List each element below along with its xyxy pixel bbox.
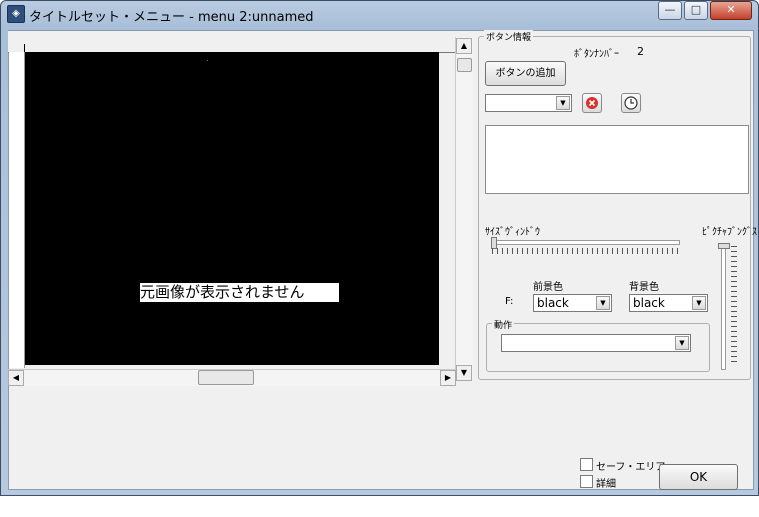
vertical-slider-label: ﾋﾟｸﾁｬﾌﾞﾝｸﾞｽ [702,227,757,238]
foreground-color-value: black [537,296,569,310]
horizontal-slider-track[interactable] [492,240,680,245]
vertical-slider-thumb[interactable] [718,243,730,249]
preview-marker [207,60,208,61]
background-color-label: 背景色 [629,282,659,293]
button-number-label: ﾎﾞﾀﾝﾅﾝﾊﾞｰ [574,49,619,60]
scroll-up-arrow-icon[interactable]: ▲ [456,38,472,54]
window-title: タイトルセット・メニュー - menu 2:unnamed [29,10,314,25]
horizontal-slider-label: ｻｲｽﾞｳﾞｨﾝﾄﾞｳ [485,227,540,238]
color-row-label: F: [505,296,514,307]
chevron-down-icon: ▼ [596,296,610,310]
detail-checkbox[interactable] [580,475,593,488]
scroll-right-arrow-icon[interactable]: ▶ [440,370,456,386]
close-button[interactable]: ✕ [710,1,752,20]
ruler-bar [8,31,457,53]
horizontal-scroll-thumb[interactable] [198,370,254,385]
add-button[interactable]: ボタンの追加 [485,61,566,86]
chevron-down-icon: ▼ [675,336,689,350]
preview-left-margin [9,52,25,368]
scroll-down-arrow-icon[interactable]: ▼ [456,365,472,381]
vertical-slider-ticks [731,246,737,366]
action-select[interactable]: ▼ [501,334,691,352]
action-group-label: 動作 [492,318,515,331]
preview-canvas[interactable] [25,52,439,365]
ok-button[interactable]: OK [659,464,738,490]
vertical-scrollbar[interactable] [455,37,473,379]
delete-button[interactable] [582,93,602,113]
foreground-color-select[interactable]: black ▼ [533,294,612,312]
button-number-value: 2 [637,45,644,58]
foreground-color-label: 前景色 [533,282,563,293]
background-color-select[interactable]: black ▼ [629,294,708,312]
background-color-value: black [633,296,665,310]
vertical-slider-track[interactable] [721,244,726,370]
chevron-down-icon: ▼ [556,96,570,110]
no-image-message: 元画像が表示されません [140,283,339,302]
scroll-left-arrow-icon[interactable]: ◀ [8,370,24,386]
chevron-down-icon: ▼ [692,296,706,310]
app-icon: ◈ [7,5,25,23]
maximize-button[interactable]: □ [684,1,708,20]
button-select[interactable]: ▼ [485,94,572,112]
safe-area-checkbox[interactable] [580,458,593,471]
minimize-button[interactable]: — [658,1,682,20]
button-info-label: ボタン情報 [484,30,534,43]
vertical-scroll-thumb[interactable] [457,58,472,72]
button-text-area[interactable] [485,125,749,194]
clock-icon [624,96,638,110]
horizontal-slider-ticks [492,248,678,254]
timer-button[interactable] [621,93,641,113]
delete-icon [586,97,598,109]
detail-label: 詳細 [596,479,616,490]
safe-area-label: セーフ・エリア [596,462,666,473]
